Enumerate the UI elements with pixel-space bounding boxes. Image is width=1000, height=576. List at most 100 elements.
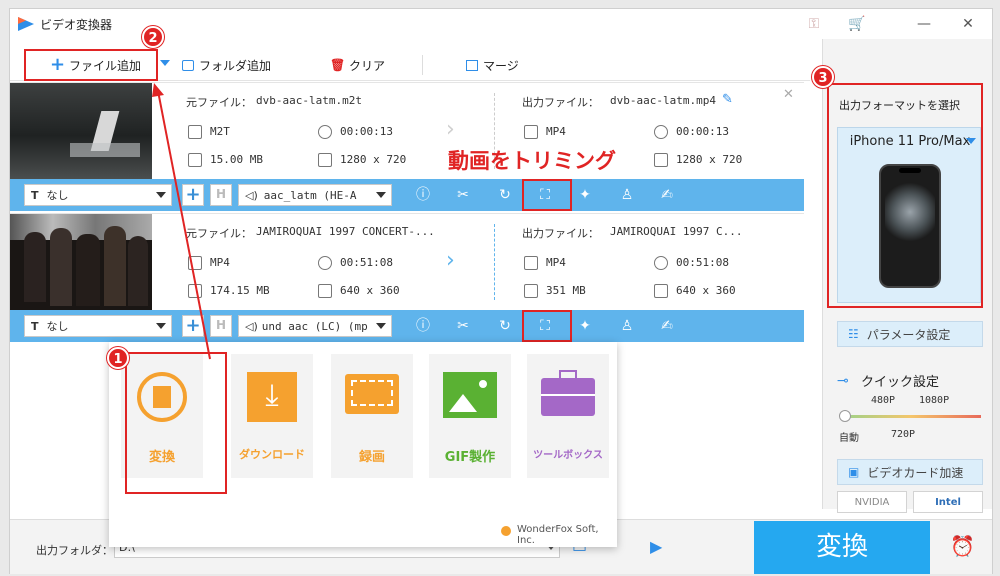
add-folder-button[interactable]: フォルダ追加 — [182, 55, 271, 75]
clock-icon — [318, 125, 332, 139]
merge-button[interactable]: マージ — [466, 55, 519, 75]
source-filename: dvb-aac-latm.m2t — [256, 94, 362, 107]
select-format-label: 出力フォーマットを選択 — [839, 99, 960, 112]
download-tile-label: ダウンロード — [239, 448, 305, 461]
audio-track-select[interactable]: ◁) und aac (LC) (mp — [238, 315, 392, 337]
merge-label: マージ — [483, 58, 519, 73]
watermark-stamp-icon[interactable]: ♙ — [618, 186, 636, 204]
settings-sliders-icon: ☷ — [848, 327, 859, 341]
alarm-clock-icon[interactable]: ⏰ — [950, 534, 975, 558]
highlight-add-file — [24, 49, 158, 81]
scissors-icon[interactable]: ✂ — [454, 186, 472, 204]
key-icon[interactable]: ⚿ — [805, 15, 823, 33]
arrow-right-icon: › — [446, 117, 455, 142]
record-tile[interactable]: 録画 — [331, 354, 413, 478]
intel-badge[interactable]: Intel — [913, 491, 983, 513]
output-label: 出力ファイル： — [522, 227, 599, 240]
gif-image-icon — [443, 372, 497, 418]
row-divider — [494, 224, 495, 300]
clock-icon — [654, 256, 668, 270]
parameter-settings-button[interactable]: ☷ パラメータ設定 — [837, 321, 983, 347]
quality-slider-handle[interactable] — [839, 410, 851, 422]
right-panel: 出力フォーマットを選択 iPhone 11 Pro/Max ☷ パラメータ設定 … — [822, 39, 992, 513]
app-title: ビデオ変換器 — [40, 18, 113, 32]
edit-icon[interactable]: ✍ — [658, 186, 676, 204]
rotate-icon[interactable]: ↻ — [496, 186, 514, 204]
nvidia-label: NVIDIA — [854, 496, 890, 508]
video-thumbnail[interactable] — [10, 214, 152, 310]
watermark-stamp-icon[interactable]: ♙ — [618, 317, 636, 335]
file-row[interactable]: 元ファイル： dvb-aac-latm.m2t M2T 00:00:13 15.… — [10, 82, 804, 212]
output-filename: JAMIROQUAI 1997 C... — [610, 225, 743, 238]
audio-track-select[interactable]: ◁) aac_latm (HE-A — [238, 184, 392, 206]
download-tile[interactable]: ⤓ ダウンロード — [231, 354, 313, 478]
edit-toolbar: T なし + H ◁) aac_latm (HE-A ⓘ ✂ ↻ ⛶ ✦ ♙ ✍ — [10, 179, 804, 211]
parameter-settings-label: パラメータ設定 — [866, 327, 951, 342]
video-output-icon[interactable]: ▶ — [650, 537, 662, 556]
edit-icon[interactable]: ✍ — [658, 317, 676, 335]
convert-button[interactable]: 変換 — [754, 521, 930, 574]
cart-icon[interactable]: 🛒 — [848, 15, 866, 33]
add-file-dropdown-icon[interactable] — [160, 60, 170, 66]
source-resolution: 1280 x 720 — [340, 153, 407, 166]
screen-record-icon — [345, 374, 399, 414]
highlight-crop — [522, 310, 572, 342]
file-row[interactable]: 元ファイル： JAMIROQUAI 1997 CONCERT-... MP4 0… — [10, 213, 804, 343]
remove-file-icon[interactable]: ✕ — [783, 87, 794, 102]
toolbar-divider — [422, 55, 423, 75]
nvidia-badge[interactable]: NVIDIA — [837, 491, 907, 513]
quality-480-label: 480P — [871, 395, 896, 406]
output-resolution: 640 x 360 — [676, 284, 736, 297]
video-thumbnail[interactable] — [10, 83, 152, 179]
folder-icon — [182, 59, 194, 71]
rotate-icon[interactable]: ↻ — [496, 317, 514, 335]
trim-annotation: 動画をトリミング — [448, 149, 616, 173]
audio-track-value: aac_latm (HE-A — [263, 188, 357, 202]
highlight-convert-tile — [125, 352, 227, 494]
gif-tile[interactable]: GIF製作 — [429, 354, 511, 478]
info-icon[interactable]: ⓘ — [414, 186, 432, 204]
chevron-down-icon — [966, 138, 976, 144]
resolution-icon — [318, 153, 332, 167]
format-icon — [524, 256, 538, 270]
phone-image — [879, 164, 941, 288]
source-resolution: 640 x 360 — [340, 284, 400, 297]
clock-icon — [654, 125, 668, 139]
edit-pencil-icon[interactable]: ✎ — [722, 92, 733, 107]
app-window: ビデオ変換器 ⚿ 🛒 — ✕ + ファイル追加 フォルダ追加 🗑 クリア マージ — [9, 8, 993, 574]
output-label: 出力ファイル： — [522, 96, 599, 109]
toolbox-tile[interactable]: ツールボックス — [527, 354, 609, 478]
app-logo-icon — [18, 17, 34, 31]
subtitle-value: なし — [46, 189, 69, 202]
chevron-down-icon — [376, 323, 386, 329]
quick-settings-label: クイック設定 — [861, 375, 940, 390]
output-filename: dvb-aac-latm.mp4 — [610, 94, 716, 107]
close-button[interactable]: ✕ — [956, 14, 980, 34]
gpu-acceleration-button[interactable]: ▣ ビデオカード加速 — [837, 459, 983, 485]
source-filename: JAMIROQUAI 1997 CONCERT-... — [256, 225, 435, 238]
quality-slider-track[interactable] — [841, 415, 981, 418]
output-format-card[interactable]: iPhone 11 Pro/Max — [837, 127, 981, 303]
output-format: MP4 — [546, 256, 566, 269]
step-badge-3: 3 — [812, 66, 834, 88]
clear-button[interactable]: 🗑 クリア — [330, 55, 385, 75]
file-size-icon — [524, 284, 538, 298]
toolbox-tile-label: ツールボックス — [533, 450, 603, 461]
effects-wand-icon[interactable]: ✦ — [576, 317, 594, 335]
minimize-button[interactable]: — — [912, 14, 936, 34]
annotation-arrow — [152, 83, 211, 360]
output-format: MP4 — [546, 125, 566, 138]
scissors-icon[interactable]: ✂ — [454, 317, 472, 335]
intel-label: Intel — [935, 496, 961, 508]
text-icon: T — [31, 319, 39, 333]
toolbox-icon — [541, 370, 595, 416]
add-folder-label: フォルダ追加 — [199, 58, 272, 73]
info-icon[interactable]: ⓘ — [414, 317, 432, 335]
quality-1080-label: 1080P — [919, 395, 950, 406]
record-tile-label: 録画 — [358, 450, 385, 465]
arrow-right-icon: › — [446, 248, 455, 273]
output-duration: 00:00:13 — [676, 125, 729, 138]
format-icon — [524, 125, 538, 139]
clear-label: クリア — [349, 58, 386, 73]
effects-wand-icon[interactable]: ✦ — [576, 186, 594, 204]
